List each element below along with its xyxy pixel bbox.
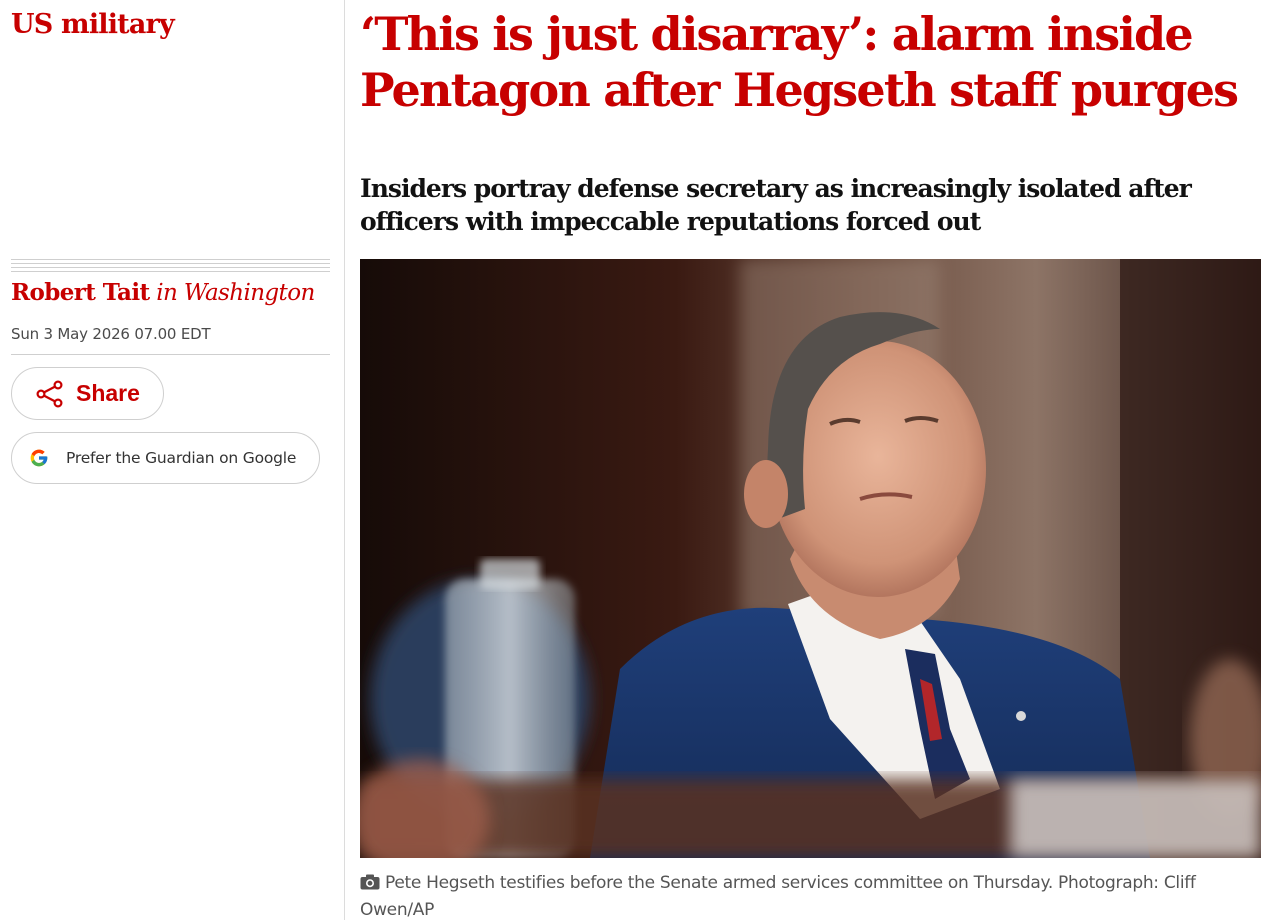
- left-meta-column: US military Robert Tait in Washington Su…: [0, 0, 345, 920]
- section-label[interactable]: US military: [11, 9, 175, 40]
- share-button[interactable]: Share: [11, 367, 164, 420]
- google-button-label: Prefer the Guardian on Google: [66, 449, 297, 467]
- share-icon: [36, 379, 64, 408]
- google-g-icon: [29, 448, 49, 468]
- lead-photo[interactable]: [360, 259, 1261, 858]
- date-divider: [11, 354, 330, 355]
- prefer-guardian-google-button[interactable]: Prefer the Guardian on Google: [11, 432, 320, 484]
- share-label: Share: [76, 380, 140, 406]
- byline-rules: [11, 259, 330, 275]
- headline: ‘This is just disarray’: alarm inside Pe…: [360, 7, 1239, 117]
- photo-caption: Pete Hegseth testifies before the Senate…: [360, 871, 1265, 920]
- caption-text: Pete Hegseth testifies before the Senate…: [360, 873, 1196, 920]
- author-link[interactable]: Robert Tait: [11, 279, 150, 306]
- camera-icon: [360, 873, 380, 898]
- byline: Robert Tait in Washington: [11, 279, 315, 306]
- byline-location: in Washington: [156, 280, 315, 306]
- publish-date: Sun 3 May 2026 07.00 EDT: [11, 325, 211, 343]
- standfirst: Insiders portray defense secretary as in…: [360, 174, 1192, 236]
